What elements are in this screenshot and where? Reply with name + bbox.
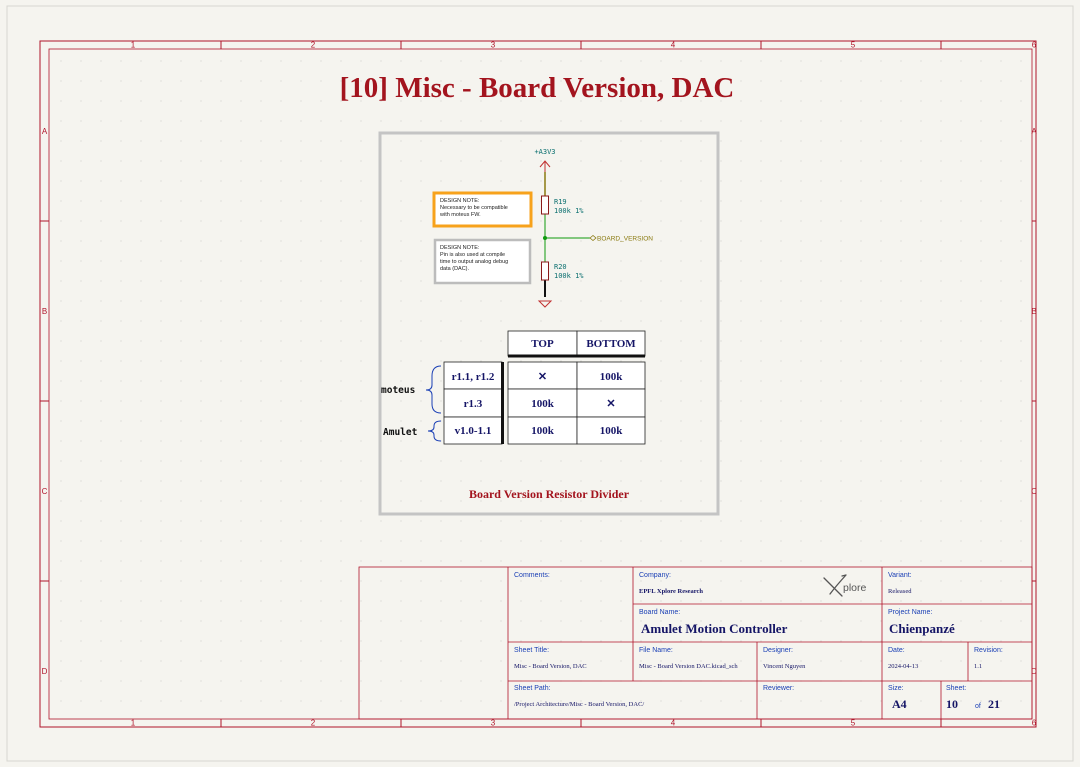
schematic-sheet: 1 2 3 4 5 6 1 2 3 4 5 6 A B C D A B C D … (6, 5, 1074, 762)
note2-line4: data (DAC). (440, 266, 470, 272)
sheet-title-value: Misc - Board Version, DAC (514, 663, 587, 670)
r19-value: 100k 1% (554, 207, 584, 215)
company-value: EPFL Xplore Research (639, 588, 703, 595)
row1-top: ✕ (538, 371, 547, 383)
file-name-label: File Name: (639, 647, 673, 654)
company-label: Company: (639, 572, 671, 579)
date-value: 2024-04-13 (888, 663, 918, 670)
file-name-value: Misc - Board Version DAC.kicad_sch (639, 663, 738, 670)
resistor-r19 (541, 195, 549, 215)
project-name-value: Chienpanzé (889, 621, 955, 636)
project-name-label: Project Name: (888, 609, 932, 616)
row-label-left-b: B (42, 307, 47, 316)
row-label-right-b: B (1031, 307, 1036, 316)
row2-bottom: ✕ (606, 398, 615, 410)
note2-line2: Pin is also used at compile (440, 252, 505, 258)
sheet-path-label: Sheet Path: (514, 685, 551, 692)
row-label-left-c: C (42, 487, 48, 496)
col-label-bottom-4: 4 (671, 719, 676, 728)
net-label-text: BOARD_VERSION (597, 236, 653, 243)
variant-value: Released (888, 588, 912, 595)
note2-line1: DESIGN NOTE: (440, 245, 480, 251)
row3-top: 100k (531, 425, 555, 437)
row3-version: v1.0-1.1 (455, 425, 492, 437)
r20-value: 100k 1% (554, 272, 584, 280)
sheet-path-value: /Project Architecture/Misc - Board Versi… (514, 701, 644, 708)
col-label-top-5: 5 (851, 41, 856, 50)
row-label-right-a: A (1031, 127, 1037, 136)
board-name-value: Amulet Motion Controller (641, 621, 788, 636)
note2-line3: time to output analog debug (440, 259, 508, 265)
col-label-top-2: 2 (311, 41, 316, 50)
col-label-bottom-1: 1 (131, 719, 136, 728)
col-label-bottom-3: 3 (491, 719, 496, 728)
group-label-amulet: Amulet (383, 427, 417, 438)
table-header-top: TOP (531, 338, 554, 350)
note1-line2: Necessary to be compatible (440, 205, 508, 211)
logo-text: plore (843, 582, 867, 594)
row3-bottom: 100k (600, 425, 624, 437)
reviewer-label: Reviewer: (763, 685, 794, 692)
variant-label: Variant: (888, 572, 912, 579)
board-name-label: Board Name: (639, 609, 680, 616)
col-label-bottom-5: 5 (851, 719, 856, 728)
wire-junction (543, 236, 547, 240)
designer-label: Designer: (763, 647, 793, 654)
col-label-top-1: 1 (131, 41, 136, 50)
group-label-moteus: moteus (381, 385, 415, 396)
sheet-total-value: 21 (988, 697, 1000, 711)
col-label-top-4: 4 (671, 41, 676, 50)
row1-version: r1.1, r1.2 (452, 371, 495, 383)
net-label-board-version: BOARD_VERSION (589, 234, 653, 243)
r19-ref: R19 (554, 198, 567, 206)
sheet-of-label: of (975, 703, 981, 710)
sheet-label: Sheet: (946, 685, 966, 692)
revision-value: 1.1 (974, 663, 982, 670)
col-label-top-6: 6 (1032, 41, 1037, 50)
row2-version: r1.3 (464, 398, 483, 410)
r20-ref: R20 (554, 263, 567, 271)
resistor-r20 (541, 261, 549, 281)
table-caption: Board Version Resistor Divider (469, 487, 630, 501)
table-header-bottom: BOTTOM (586, 338, 636, 350)
power-label: +A3V3 (534, 148, 555, 156)
revision-label: Revision: (974, 647, 1003, 654)
comments-label: Comments: (514, 572, 550, 579)
note1-line1: DESIGN NOTE: (440, 198, 480, 204)
size-label: Size: (888, 685, 904, 692)
row-label-left-a: A (42, 127, 48, 136)
note1-line3: with moteus FW. (439, 212, 481, 218)
col-label-top-3: 3 (491, 41, 496, 50)
col-label-bottom-6: 6 (1032, 719, 1037, 728)
page-title: [10] Misc - Board Version, DAC (340, 72, 735, 104)
date-label: Date: (888, 647, 905, 654)
row1-bottom: 100k (600, 371, 624, 383)
size-value: A4 (892, 697, 907, 711)
designer-value: Vincent Nguyen (763, 663, 806, 670)
sheet-title-label: Sheet Title: (514, 647, 549, 654)
row2-top: 100k (531, 398, 555, 410)
row-label-right-c: C (1031, 487, 1037, 496)
sheet-number-value: 10 (946, 697, 958, 711)
col-label-bottom-2: 2 (311, 719, 316, 728)
row-label-left-d: D (42, 667, 48, 676)
